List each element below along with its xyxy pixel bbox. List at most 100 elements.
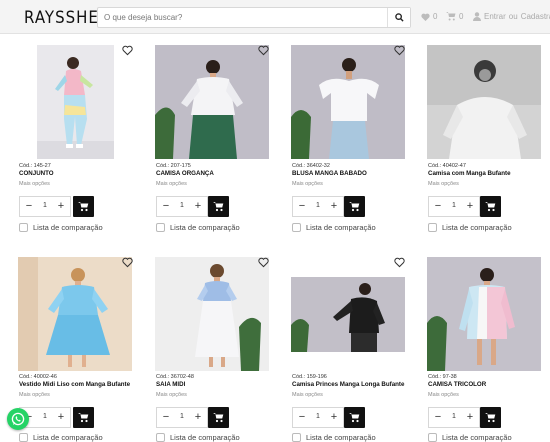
search-button[interactable] bbox=[387, 8, 410, 27]
quantity-value[interactable]: 1 bbox=[311, 413, 325, 420]
cart-link[interactable]: 0 bbox=[446, 12, 463, 21]
checkbox[interactable] bbox=[19, 433, 28, 442]
checkbox[interactable] bbox=[19, 223, 28, 232]
product-card: Cód.: 207-175 CAMISA ORGANÇA Mais opções… bbox=[155, 44, 275, 240]
checkbox[interactable] bbox=[428, 433, 437, 442]
compare-checkbox[interactable]: Lista de comparação bbox=[292, 433, 376, 442]
wishlist-link[interactable]: 0 bbox=[421, 12, 437, 21]
add-to-cart-button[interactable] bbox=[208, 196, 229, 217]
increase-quantity-button[interactable]: + bbox=[192, 411, 204, 424]
decrease-quantity-button[interactable]: − bbox=[296, 411, 308, 424]
decrease-quantity-button[interactable]: − bbox=[23, 200, 35, 213]
cart-icon bbox=[213, 202, 224, 212]
decrease-quantity-button[interactable]: − bbox=[432, 200, 444, 213]
more-options-link[interactable]: Mais opções bbox=[428, 392, 459, 398]
decrease-quantity-button[interactable]: − bbox=[160, 411, 172, 424]
add-to-cart-button[interactable] bbox=[344, 407, 365, 428]
checkbox[interactable] bbox=[428, 223, 437, 232]
register-link[interactable]: Cadastrar bbox=[521, 12, 550, 21]
product-image[interactable] bbox=[155, 257, 269, 371]
decrease-quantity-button[interactable]: − bbox=[432, 411, 444, 424]
product-name[interactable]: CONJUNTO bbox=[19, 170, 54, 177]
product-image[interactable] bbox=[18, 257, 132, 371]
product-card: Cód.: 97-38 CAMISA TRICOLOR Mais opções … bbox=[427, 256, 547, 442]
compare-checkbox[interactable]: Lista de comparação bbox=[19, 223, 103, 232]
add-to-cart-button[interactable] bbox=[208, 407, 229, 428]
more-options-link[interactable]: Mais opções bbox=[19, 392, 50, 398]
add-to-cart-button[interactable] bbox=[344, 196, 365, 217]
more-options-link[interactable]: Mais opções bbox=[292, 392, 323, 398]
quantity-stepper: − 1 + bbox=[428, 407, 480, 428]
add-to-cart-button[interactable] bbox=[480, 407, 501, 428]
more-options-link[interactable]: Mais opções bbox=[428, 181, 459, 187]
whatsapp-button[interactable] bbox=[7, 408, 29, 430]
product-image[interactable] bbox=[291, 277, 405, 352]
increase-quantity-button[interactable]: + bbox=[464, 411, 476, 424]
heart-icon[interactable] bbox=[122, 45, 133, 56]
quantity-value[interactable]: 1 bbox=[38, 202, 52, 209]
heart-icon[interactable] bbox=[394, 45, 405, 56]
search-input[interactable] bbox=[98, 8, 388, 27]
cart-icon bbox=[485, 413, 496, 423]
heart-icon[interactable] bbox=[258, 257, 269, 268]
product-name[interactable]: CAMISA TRICOLOR bbox=[428, 381, 486, 388]
more-options-link[interactable]: Mais opções bbox=[292, 181, 323, 187]
product-code: Cód.: 207-175 bbox=[156, 163, 191, 169]
product-code: Cód.: 36402-32 bbox=[292, 163, 330, 169]
heart-icon[interactable] bbox=[394, 257, 405, 268]
quantity-stepper: − 1 + bbox=[428, 196, 480, 217]
product-image[interactable] bbox=[37, 45, 114, 159]
increase-quantity-button[interactable]: + bbox=[55, 411, 67, 424]
quantity-value[interactable]: 1 bbox=[175, 413, 189, 420]
increase-quantity-button[interactable]: + bbox=[192, 200, 204, 213]
increase-quantity-button[interactable]: + bbox=[464, 200, 476, 213]
checkbox[interactable] bbox=[156, 433, 165, 442]
decrease-quantity-button[interactable]: − bbox=[160, 200, 172, 213]
add-to-cart-button[interactable] bbox=[480, 196, 501, 217]
checkbox[interactable] bbox=[292, 433, 301, 442]
checkbox[interactable] bbox=[156, 223, 165, 232]
more-options-link[interactable]: Mais opções bbox=[156, 392, 187, 398]
quantity-value[interactable]: 1 bbox=[175, 202, 189, 209]
product-image[interactable] bbox=[427, 257, 541, 371]
user-icon bbox=[473, 12, 481, 21]
compare-checkbox[interactable]: Lista de comparação bbox=[156, 223, 240, 232]
quantity-value[interactable]: 1 bbox=[447, 202, 461, 209]
product-code: Cód.: 40002-46 bbox=[19, 374, 57, 380]
increase-quantity-button[interactable]: + bbox=[55, 200, 67, 213]
cart-icon bbox=[349, 202, 360, 212]
product-code: Cód.: 40402-47 bbox=[428, 163, 466, 169]
product-name[interactable]: BLUSA MANGA BABADO bbox=[292, 170, 367, 177]
heart-icon[interactable] bbox=[122, 257, 133, 268]
more-options-link[interactable]: Mais opções bbox=[19, 181, 50, 187]
compare-checkbox[interactable]: Lista de comparação bbox=[292, 223, 376, 232]
increase-quantity-button[interactable]: + bbox=[328, 411, 340, 424]
compare-label: Lista de comparação bbox=[170, 223, 240, 232]
increase-quantity-button[interactable]: + bbox=[328, 200, 340, 213]
compare-checkbox[interactable]: Lista de comparação bbox=[428, 433, 512, 442]
decrease-quantity-button[interactable]: − bbox=[296, 200, 308, 213]
add-to-cart-button[interactable] bbox=[73, 196, 94, 217]
product-name[interactable]: Camisa com Manga Bufante bbox=[428, 170, 511, 177]
compare-checkbox[interactable]: Lista de comparação bbox=[428, 223, 512, 232]
product-image[interactable] bbox=[427, 45, 541, 159]
brand-logo[interactable]: RAYSSHEL bbox=[24, 7, 108, 28]
product-name[interactable]: Vestido Midi Liso com Manga Bufante bbox=[19, 381, 130, 388]
product-name[interactable]: CAMISA ORGANÇA bbox=[156, 170, 214, 177]
compare-label: Lista de comparação bbox=[170, 433, 240, 442]
quantity-value[interactable]: 1 bbox=[311, 202, 325, 209]
quantity-value[interactable]: 1 bbox=[447, 413, 461, 420]
quantity-value[interactable]: 1 bbox=[38, 413, 52, 420]
heart-icon[interactable] bbox=[258, 45, 269, 56]
product-name[interactable]: SAIA MIDI bbox=[156, 381, 185, 388]
product-name[interactable]: Camisa Princes Manga Longa Bufante bbox=[292, 381, 404, 388]
product-code: Cód.: 145-27 bbox=[19, 163, 51, 169]
more-options-link[interactable]: Mais opções bbox=[156, 181, 187, 187]
product-image[interactable] bbox=[291, 45, 405, 159]
add-to-cart-button[interactable] bbox=[73, 407, 94, 428]
product-image[interactable] bbox=[155, 45, 269, 159]
compare-checkbox[interactable]: Lista de comparação bbox=[156, 433, 240, 442]
checkbox[interactable] bbox=[292, 223, 301, 232]
login-link[interactable]: Entrar bbox=[484, 12, 506, 21]
compare-checkbox[interactable]: Lista de comparação bbox=[19, 433, 103, 442]
